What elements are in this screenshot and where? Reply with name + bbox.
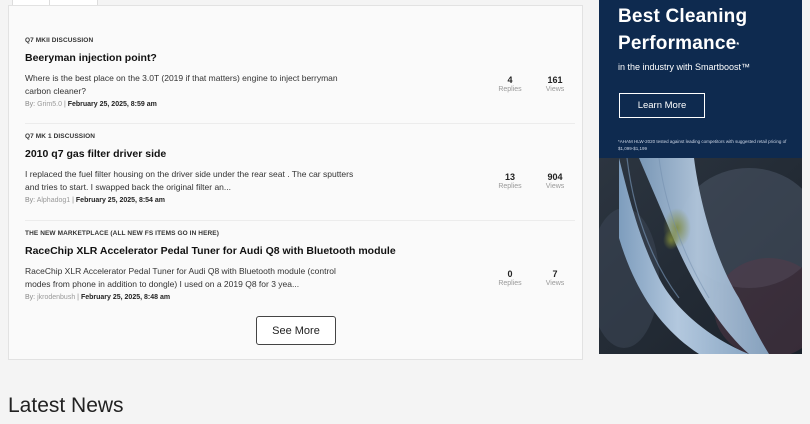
ad-headline-line2: Performance: [618, 33, 737, 54]
meta-separator: |: [63, 101, 66, 108]
ad-fine-print: *AHAM HLW-2020 tested against leading co…: [618, 139, 787, 151]
thread-date: February 25, 2025, 8:54 am: [75, 197, 166, 204]
thread-date: February 25, 2025, 8:59 am: [67, 101, 157, 108]
replies-stat: 4 Replies: [490, 75, 530, 93]
views-stat: 161 Views: [535, 75, 575, 93]
views-label: Views: [545, 86, 565, 93]
replies-label: Replies: [498, 280, 522, 287]
views-label: Views: [545, 183, 565, 190]
replies-stat: 13 Replies: [490, 172, 530, 190]
thread-meta: By: Alphadog1 | February 25, 2025, 8:54 …: [25, 197, 575, 204]
thread-item[interactable]: Q7 MK 1 Discussion 2010 q7 gas filter dr…: [25, 133, 575, 204]
replies-stat: 0 Replies: [490, 269, 530, 287]
see-more-button[interactable]: See More: [256, 316, 336, 345]
by-label: By:: [25, 294, 36, 301]
by-label: By:: [25, 197, 36, 204]
thread-divider: [25, 123, 575, 124]
views-count: 904: [547, 172, 563, 182]
thread-item[interactable]: Q7 MKII Discussion Beeryman injection po…: [25, 37, 575, 108]
thread-title[interactable]: 2010 q7 gas filter driver side: [25, 148, 575, 160]
thread-author[interactable]: Grim5.0: [37, 101, 62, 108]
thread-excerpt: I replaced the fuel filter housing on th…: [25, 169, 354, 192]
thread-meta: By: jkrodenbush | February 25, 2025, 8:4…: [25, 294, 575, 301]
thread-title[interactable]: Beeryman injection point?: [25, 52, 575, 64]
learn-more-button[interactable]: Learn More: [619, 93, 705, 118]
thread-category[interactable]: The New Marketplace (All new FS Items go…: [25, 230, 575, 237]
ad-headline-mark: *: [736, 42, 740, 49]
views-label: Views: [545, 280, 565, 287]
thread-author[interactable]: Alphadog1: [37, 197, 70, 204]
replies-count: 13: [504, 172, 515, 182]
ad-subline: in the industry with Smartboost™: [618, 62, 751, 72]
ad-headline: Best Cleaning Performance*: [618, 3, 747, 57]
thread-excerpt: Where is the best place on the 3.0T (201…: [25, 73, 338, 96]
recent-threads-panel: Q7 MKII Discussion Beeryman injection po…: [8, 5, 583, 360]
replies-count: 0: [507, 269, 513, 279]
by-label: By:: [25, 101, 36, 108]
views-count: 7: [552, 269, 558, 279]
replies-label: Replies: [498, 183, 522, 190]
ad-laundry-image: [599, 158, 802, 354]
ad-headline-line1: Best Cleaning: [618, 6, 748, 27]
thread-item[interactable]: The New Marketplace (All new FS Items go…: [25, 230, 575, 301]
views-stat: 7 Views: [535, 269, 575, 287]
views-count: 161: [547, 75, 563, 85]
thread-divider: [25, 220, 575, 221]
views-stat: 904 Views: [535, 172, 575, 190]
thread-excerpt: RaceChip XLR Accelerator Pedal Tuner for…: [25, 266, 336, 289]
advertisement[interactable]: Best Cleaning Performance* in the indust…: [599, 0, 802, 354]
latest-news-heading: Latest News: [8, 394, 124, 417]
replies-label: Replies: [498, 86, 522, 93]
meta-separator: |: [72, 197, 74, 204]
replies-count: 4: [507, 75, 513, 85]
thread-meta: By: Grim5.0 | February 25, 2025, 8:59 am: [25, 101, 575, 108]
thread-category[interactable]: Q7 MKII Discussion: [25, 37, 575, 44]
thread-category[interactable]: Q7 MK 1 Discussion: [25, 133, 575, 140]
thread-author[interactable]: jkrodenbush: [37, 294, 75, 301]
meta-separator: |: [77, 294, 79, 301]
thread-date: February 25, 2025, 8:48 am: [80, 294, 171, 301]
thread-title[interactable]: RaceChip XLR Accelerator Pedal Tuner for…: [25, 245, 575, 257]
